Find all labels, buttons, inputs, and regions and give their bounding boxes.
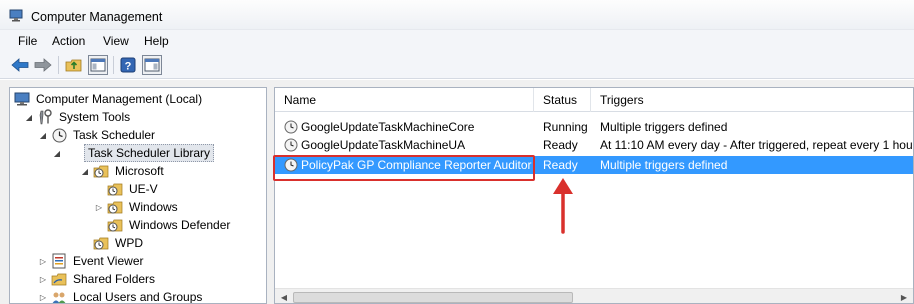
tree-item-label: Task Scheduler Library <box>84 144 215 162</box>
scroll-left-icon[interactable]: ◀ <box>277 291 291 303</box>
content-area: Computer Management (Local) ◢ System Too… <box>0 80 914 304</box>
tree-item-label: Computer Management (Local) <box>36 92 203 106</box>
tree-item-shared-folders[interactable]: ▷ Shared Folders <box>38 270 158 288</box>
folder-clock-icon <box>107 199 123 215</box>
show-action-pane-icon <box>144 58 160 72</box>
table-row[interactable]: GoogleUpdateTaskMachineUA Ready At 11:10… <box>275 136 913 154</box>
computer-management-icon <box>9 9 23 22</box>
task-triggers: Multiple triggers defined <box>600 158 728 172</box>
folder-clock-icon <box>107 217 123 233</box>
task-list: Name Status Triggers GoogleUpdateTaskMac… <box>274 87 914 304</box>
folder-icon <box>65 145 81 161</box>
tree-item-label: Local Users and Groups <box>73 290 203 304</box>
list-header: Name Status Triggers <box>275 88 913 112</box>
tree-item-wpd[interactable]: WPD <box>80 234 146 252</box>
tree-item-ue-v[interactable]: UE-V <box>94 180 161 198</box>
task-triggers: Multiple triggers defined <box>600 120 728 134</box>
tree-item-label: Shared Folders <box>73 272 156 286</box>
title-bar: Computer Management <box>0 0 914 30</box>
task-name-cell: GoogleUpdateTaskMachineCore <box>284 118 532 136</box>
tree-item-label: Event Viewer <box>73 254 144 268</box>
table-row[interactable]: GoogleUpdateTaskMachineCore Running Mult… <box>275 118 913 136</box>
collapse-arrow-icon[interactable]: ◢ <box>52 149 62 158</box>
task-clock-icon <box>284 120 298 134</box>
task-clock-icon <box>284 138 298 152</box>
collapse-arrow-icon[interactable]: ◢ <box>24 113 34 122</box>
menu-help[interactable]: Help <box>144 34 169 48</box>
menu-action[interactable]: Action <box>52 34 85 48</box>
folder-clock-icon <box>107 181 123 197</box>
task-name: GoogleUpdateTaskMachineUA <box>301 138 466 152</box>
tree-item-label: Task Scheduler <box>73 128 156 142</box>
event-viewer-icon <box>51 253 67 269</box>
tree-item-windows[interactable]: ▷ Windows <box>94 198 181 216</box>
toolbar-separator <box>58 56 59 74</box>
tree-item-label: Windows Defender <box>129 218 231 232</box>
tools-icon <box>37 109 53 125</box>
highlight-box <box>273 155 535 181</box>
users-icon <box>51 289 67 303</box>
show-hide-tree-icon <box>90 58 106 72</box>
task-name-cell: GoogleUpdateTaskMachineUA <box>284 136 532 154</box>
task-status: Ready <box>543 138 578 152</box>
folder-clock-icon <box>93 163 109 179</box>
task-status: Ready <box>543 158 578 172</box>
scrollbar-thumb[interactable] <box>293 292 573 303</box>
tree-item-local-users-and-groups[interactable]: ▷ Local Users and Groups <box>38 288 205 304</box>
help-button[interactable]: ? <box>118 55 138 75</box>
computer-management-icon <box>14 91 30 107</box>
scroll-right-icon[interactable]: ▶ <box>897 291 911 303</box>
tree-item-event-viewer[interactable]: ▷ Event Viewer <box>38 252 146 270</box>
expand-arrow-icon[interactable]: ▷ <box>38 293 48 302</box>
collapse-arrow-icon[interactable]: ◢ <box>80 167 90 176</box>
forward-button[interactable] <box>33 55 53 75</box>
expand-arrow-icon[interactable]: ▷ <box>94 203 104 212</box>
tree-item-microsoft[interactable]: ◢ Microsoft <box>80 162 167 180</box>
tree-item-system-tools[interactable]: ◢ System Tools <box>24 108 133 126</box>
svg-text:?: ? <box>125 61 132 73</box>
up-one-level-button[interactable] <box>64 55 84 75</box>
help-icon: ? <box>120 57 136 73</box>
tree-item-label: Microsoft <box>115 164 164 178</box>
tree-item-task-scheduler-library[interactable]: ◢ Task Scheduler Library <box>52 144 215 162</box>
console-tree: Computer Management (Local) ◢ System Too… <box>9 87 267 304</box>
tree-item-computer-management[interactable]: Computer Management (Local) <box>14 90 205 108</box>
menu-file[interactable]: File <box>18 34 37 48</box>
column-header-name[interactable]: Name <box>275 88 534 112</box>
up-folder-icon <box>65 59 82 72</box>
task-name: GoogleUpdateTaskMachineCore <box>301 120 475 134</box>
menu-bar: File Action View Help <box>0 30 914 51</box>
tree-item-label: UE-V <box>129 182 158 196</box>
column-header-status[interactable]: Status <box>534 88 591 112</box>
shared-folders-icon <box>51 271 67 287</box>
folder-clock-icon <box>93 235 109 251</box>
back-arrow-icon <box>11 58 29 72</box>
expand-arrow-icon[interactable]: ▷ <box>38 257 48 266</box>
menu-view[interactable]: View <box>103 34 129 48</box>
horizontal-scrollbar[interactable]: ◀ ▶ <box>275 288 913 303</box>
show-action-pane-button[interactable] <box>142 55 162 75</box>
tree-item-label: WPD <box>115 236 143 250</box>
annotation-arrow-icon <box>553 178 573 234</box>
column-header-triggers[interactable]: Triggers <box>591 88 913 112</box>
tree-item-windows-defender[interactable]: Windows Defender <box>94 216 233 234</box>
task-triggers: At 11:10 AM every day - After triggered,… <box>600 138 913 152</box>
tree-item-label: Windows <box>129 200 178 214</box>
back-button[interactable] <box>10 55 30 75</box>
window-title: Computer Management <box>31 10 163 24</box>
task-status: Running <box>543 120 588 134</box>
show-hide-tree-button[interactable] <box>88 55 108 75</box>
toolbar-separator <box>113 56 114 74</box>
forward-arrow-icon <box>34 58 52 72</box>
tree-item-task-scheduler[interactable]: ◢ Task Scheduler <box>38 126 158 144</box>
toolbar: ? <box>0 51 914 79</box>
collapse-arrow-icon[interactable]: ◢ <box>38 131 48 140</box>
expand-arrow-icon[interactable]: ▷ <box>38 275 48 284</box>
clock-icon <box>51 127 67 143</box>
tree-item-label: System Tools <box>59 110 131 124</box>
